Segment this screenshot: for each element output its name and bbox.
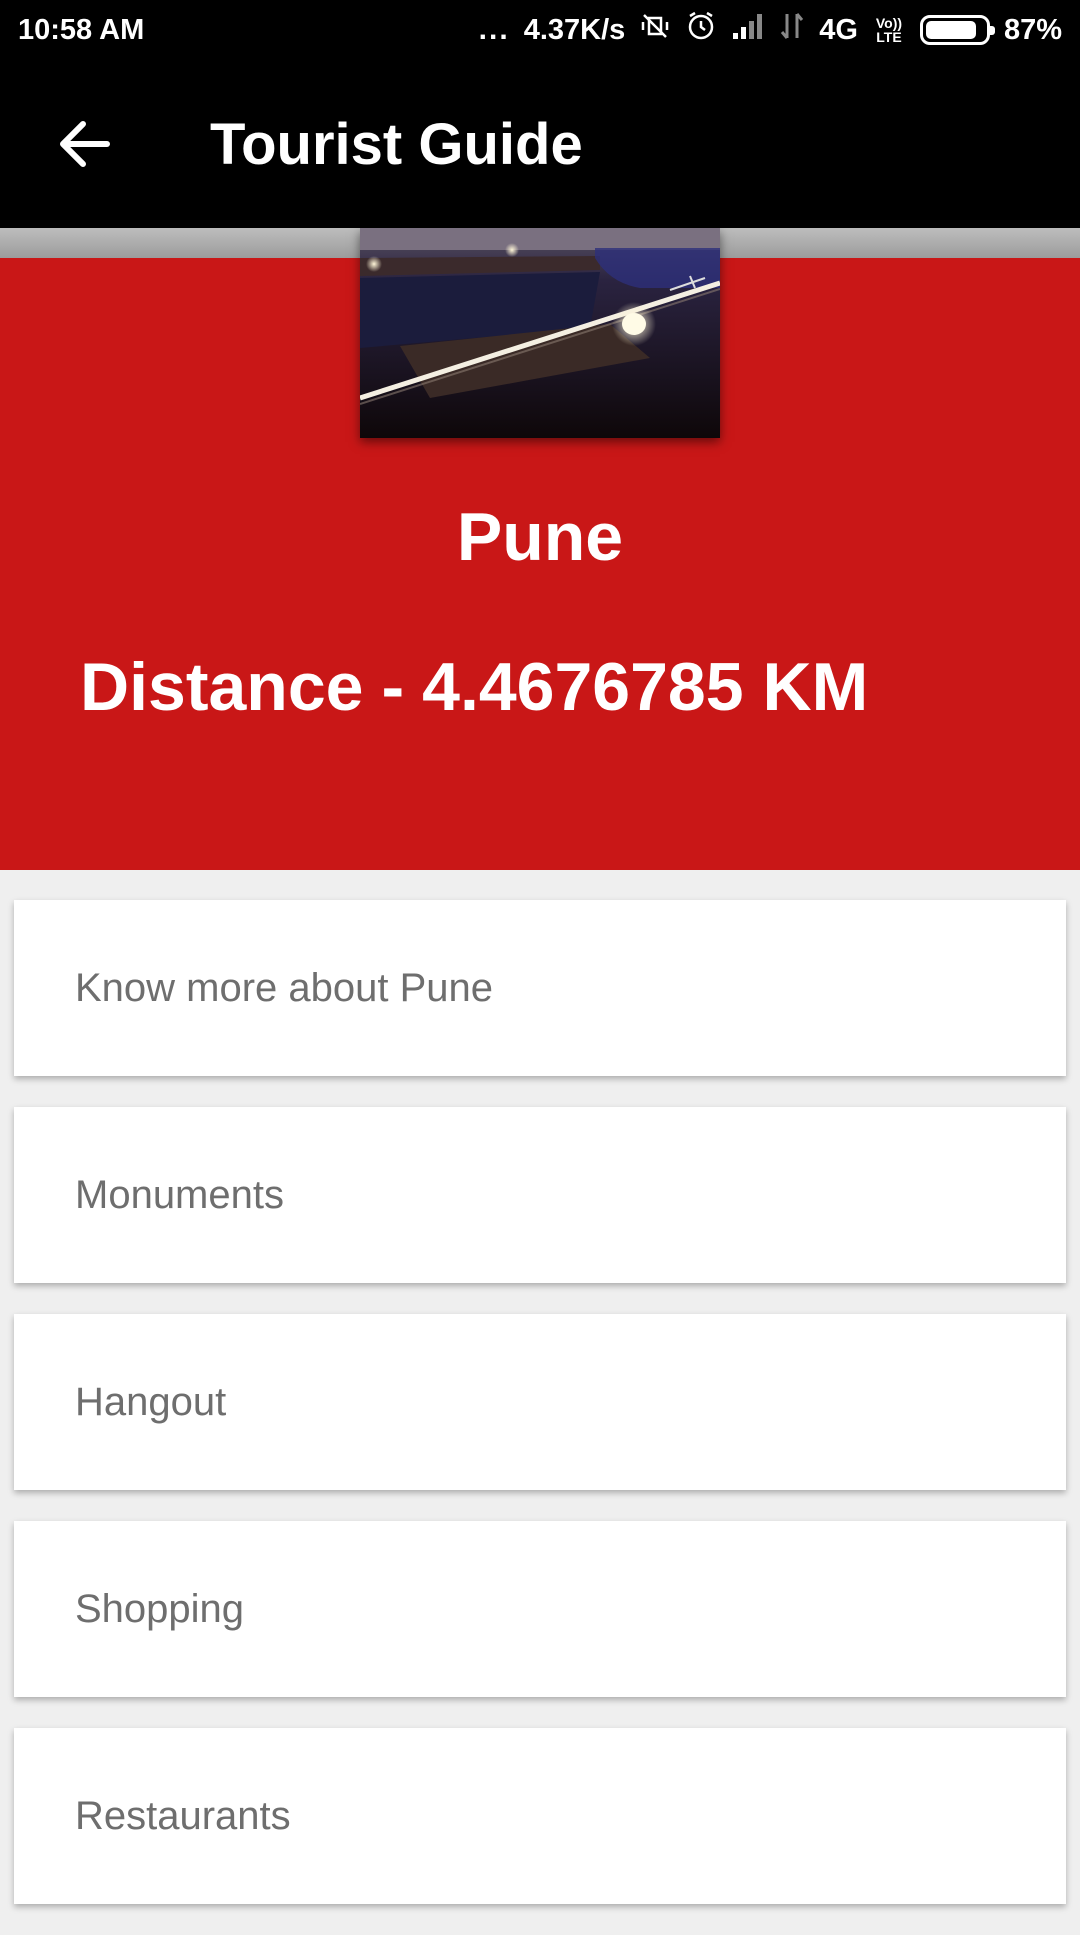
- battery-percent: 87%: [1003, 13, 1062, 46]
- menu-item-monuments[interactable]: Monuments: [14, 1107, 1066, 1283]
- distance-unit: KM: [762, 649, 869, 725]
- vibrate-off-icon: [639, 10, 671, 50]
- menu-item-shopping[interactable]: Shopping: [14, 1521, 1066, 1697]
- menu-item-label: Know more about Pune: [75, 965, 494, 1010]
- distance-separator: -: [381, 649, 405, 725]
- menu-item-label: Monuments: [75, 1172, 284, 1217]
- menu-item-know-more[interactable]: Know more about Pune: [14, 900, 1066, 1076]
- distance-value: 4.4676785: [422, 649, 744, 725]
- page-title: Tourist Guide: [210, 111, 583, 177]
- city-hero: Pune Distance -4.4676785 KM: [0, 228, 1080, 870]
- volte-icon: Vo)) LTE: [875, 15, 903, 45]
- app-bar: Tourist Guide: [0, 60, 1080, 228]
- menu-item-label: Restaurants: [75, 1793, 291, 1838]
- city-name: Pune: [456, 499, 624, 575]
- status-indicators: ... 4.37K/s 4G Vo)) LTE 87%: [479, 10, 1062, 50]
- network-type: 4G: [819, 13, 858, 46]
- city-photo: [360, 228, 720, 438]
- status-time: 10:58 AM: [18, 13, 145, 46]
- data-transfer-icon: [779, 11, 805, 49]
- distance-label: Distance: [80, 649, 364, 725]
- battery-fill: [925, 21, 976, 39]
- arrow-left-icon: [60, 121, 110, 167]
- menu-list: Know more about Pune Monuments Hangout S…: [14, 900, 1066, 1935]
- menu-item-restaurants[interactable]: Restaurants: [14, 1728, 1066, 1904]
- menu-item-hangout[interactable]: Hangout: [14, 1314, 1066, 1490]
- signal-icon: [731, 11, 765, 49]
- alarm-icon: [685, 10, 717, 50]
- status-bar: 10:58 AM ... 4.37K/s 4G Vo)) LTE 87%: [0, 0, 1080, 60]
- more-notifications-icon: ...: [478, 13, 510, 46]
- distance-text: Distance -4.4676785 KM: [80, 648, 868, 726]
- menu-item-label: Shopping: [75, 1586, 245, 1631]
- menu-item-label: Hangout: [75, 1379, 227, 1424]
- network-speed: 4.37K/s: [523, 13, 626, 46]
- back-button[interactable]: [40, 99, 130, 189]
- battery-icon: [919, 15, 995, 45]
